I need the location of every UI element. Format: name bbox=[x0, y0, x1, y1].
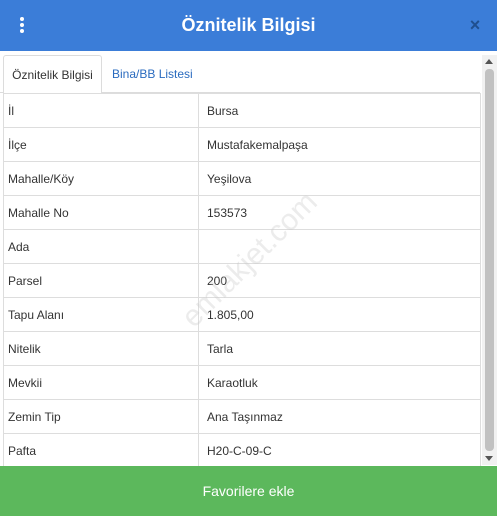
attribute-key: Tapu Alanı bbox=[3, 297, 199, 332]
attribute-info-window: Öznitelik Bilgisi × Öznitelik Bilgisi Bi… bbox=[0, 0, 497, 516]
table-row: Nitelik Tarla bbox=[3, 331, 481, 366]
tab-building-list[interactable]: Bina/BB Listesi bbox=[104, 55, 201, 94]
tab-bar: Öznitelik Bilgisi Bina/BB Listesi bbox=[0, 51, 480, 94]
close-icon[interactable]: × bbox=[467, 15, 483, 35]
scroll-up-arrow-icon[interactable] bbox=[485, 59, 493, 64]
scroll-down-arrow-icon[interactable] bbox=[485, 456, 493, 461]
scroll-thumb[interactable] bbox=[485, 69, 494, 451]
attribute-value: 200 bbox=[198, 263, 481, 298]
vertical-scrollbar[interactable] bbox=[482, 55, 497, 465]
attribute-table: İl Bursa İlçe Mustafakemalpaşa Mahalle/Köy Ye… bbox=[3, 93, 481, 466]
table-row: Mahalle No 153573 bbox=[3, 195, 481, 230]
table-row: Mevkii Karaotluk bbox=[3, 365, 481, 400]
table-row: Parsel 200 bbox=[3, 263, 481, 298]
table-row: İl Bursa bbox=[3, 93, 481, 128]
attribute-key: Zemin Tip bbox=[3, 399, 199, 434]
header-bar: Öznitelik Bilgisi × bbox=[0, 0, 497, 51]
add-to-favorites-button[interactable]: Favorilere ekle bbox=[0, 466, 497, 516]
attribute-value: 1.805,00 bbox=[198, 297, 481, 332]
attribute-value: 153573 bbox=[198, 195, 481, 230]
table-row: Ada bbox=[3, 229, 481, 264]
window-title: Öznitelik Bilgisi bbox=[181, 15, 316, 35]
vertical-ellipsis-icon[interactable] bbox=[15, 14, 29, 36]
attribute-key: Ada bbox=[3, 229, 199, 264]
attribute-value: Tarla bbox=[198, 331, 481, 366]
attribute-key: Pafta bbox=[3, 433, 199, 466]
attribute-value bbox=[198, 229, 481, 264]
attribute-value: Karaotluk bbox=[198, 365, 481, 400]
attribute-key: Mevkii bbox=[3, 365, 199, 400]
attribute-key: Nitelik bbox=[3, 331, 199, 366]
table-row: İlçe Mustafakemalpaşa bbox=[3, 127, 481, 162]
attribute-key: Parsel bbox=[3, 263, 199, 298]
tab-attribute-info[interactable]: Öznitelik Bilgisi bbox=[3, 55, 102, 94]
attribute-key: İlçe bbox=[3, 127, 199, 162]
table-row: Mahalle/Köy Yeşilova bbox=[3, 161, 481, 196]
attribute-value: H20-C-09-C bbox=[198, 433, 481, 466]
table-row: Pafta H20-C-09-C bbox=[3, 433, 481, 466]
attribute-value: Mustafakemalpaşa bbox=[198, 127, 481, 162]
attribute-table-container: İl Bursa İlçe Mustafakemalpaşa Mahalle/Köy Ye… bbox=[3, 93, 481, 466]
attribute-key: Mahalle No bbox=[3, 195, 199, 230]
attribute-key: İl bbox=[3, 93, 199, 128]
table-row: Zemin Tip Ana Taşınmaz bbox=[3, 399, 481, 434]
attribute-key: Mahalle/Köy bbox=[3, 161, 199, 196]
table-row: Tapu Alanı 1.805,00 bbox=[3, 297, 481, 332]
attribute-value: Bursa bbox=[198, 93, 481, 128]
attribute-value: Ana Taşınmaz bbox=[198, 399, 481, 434]
attribute-value: Yeşilova bbox=[198, 161, 481, 196]
